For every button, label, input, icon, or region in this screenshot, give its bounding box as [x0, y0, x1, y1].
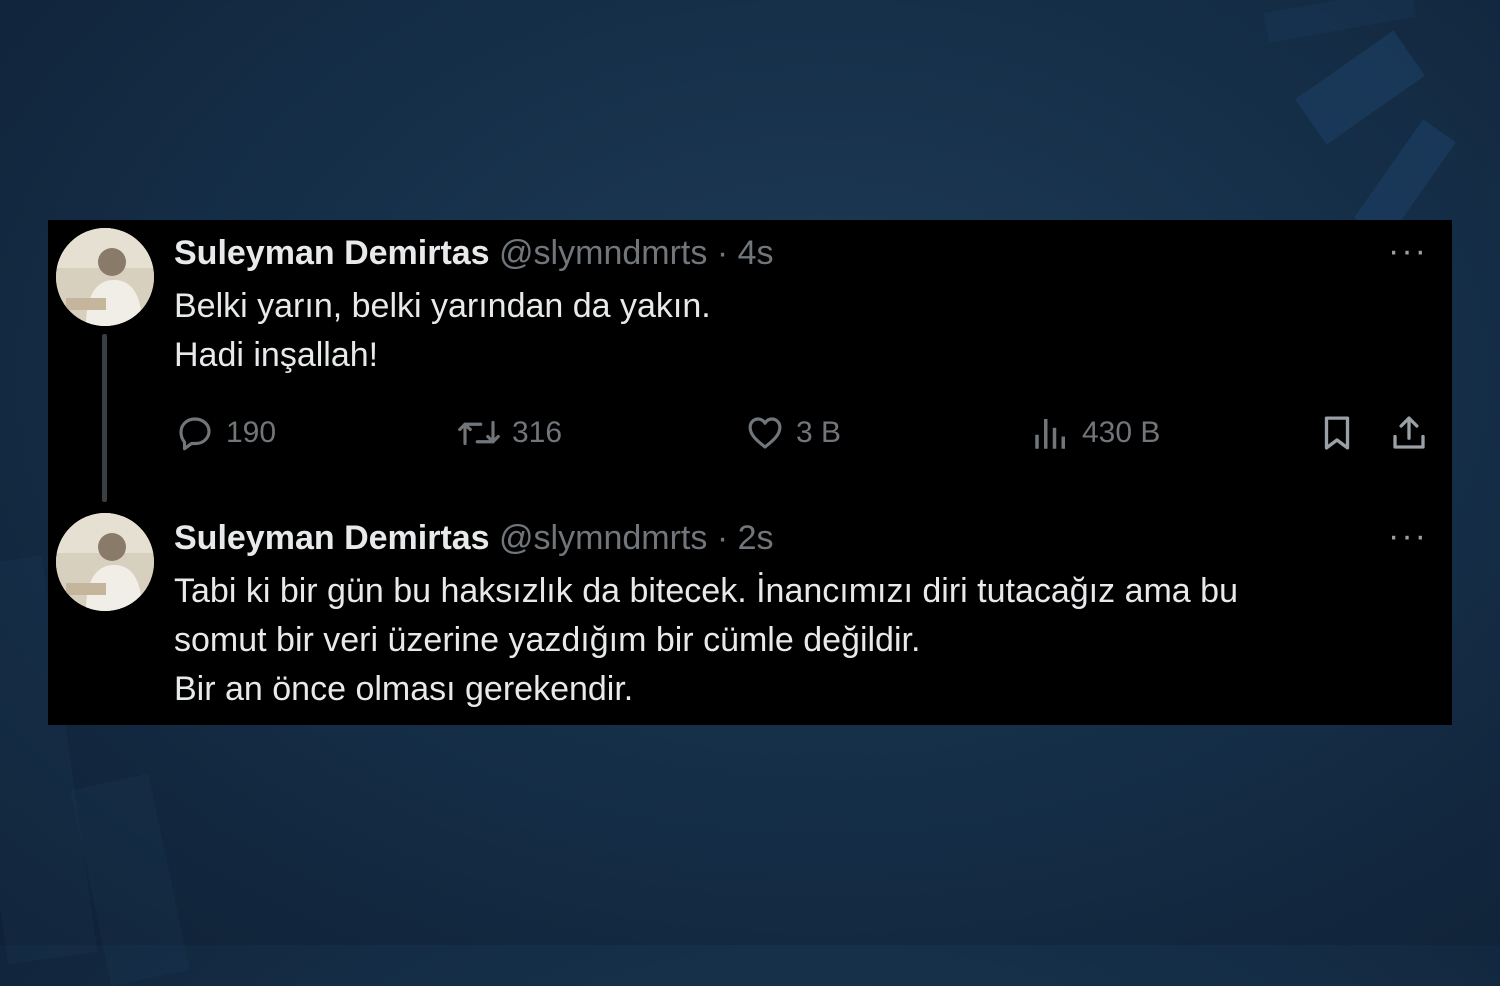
author-name[interactable]: Suleyman Demirtas — [174, 519, 490, 557]
views-count: 430 B — [1082, 416, 1161, 449]
retweet-button[interactable]: 316 — [456, 410, 562, 456]
tweet-text-line: somut bir veri üzerine yazdığım bir cüml… — [174, 621, 921, 659]
background-shape — [1295, 30, 1425, 145]
tweet-text-line: Tabi ki bir gün bu haksızlık da bitecek.… — [174, 572, 1238, 610]
tweet-text: Belki yarın, belki yarından da yakın. Ha… — [174, 282, 1414, 380]
tweet-timestamp[interactable]: 4s — [738, 234, 774, 272]
tweet-timestamp[interactable]: 2s — [738, 519, 774, 557]
bookmark-icon — [1324, 416, 1350, 450]
reply-button[interactable]: 190 — [174, 410, 276, 456]
more-options-button[interactable]: ··· — [1388, 234, 1428, 268]
share-button[interactable] — [1388, 410, 1440, 456]
tweet-header: Suleyman Demirtas @slymndmrts · 4s — [174, 232, 774, 274]
tweet[interactable]: Suleyman Demirtas @slymndmrts · 2s ··· T… — [48, 505, 1452, 725]
more-options-button[interactable]: ··· — [1388, 519, 1428, 553]
retweet-count: 316 — [512, 416, 563, 449]
more-icon: ··· — [1388, 232, 1428, 270]
avatar[interactable] — [56, 228, 154, 326]
tweet-text-line: Hadi inşallah! — [174, 336, 379, 374]
views-button[interactable]: 430 B — [1030, 410, 1160, 456]
tweet-text: Tabi ki bir gün bu haksızlık da bitecek.… — [174, 567, 1414, 714]
more-icon: ··· — [1388, 517, 1428, 555]
like-button[interactable]: 3 B — [744, 410, 841, 456]
separator-dot: · — [716, 234, 729, 272]
heart-icon — [748, 417, 782, 449]
author-handle[interactable]: @slymndmrts — [499, 234, 707, 272]
tweet-thread-card: Suleyman Demirtas @slymndmrts · 4s ··· B… — [48, 220, 1452, 725]
share-icon — [1393, 416, 1425, 449]
tweet-header: Suleyman Demirtas @slymndmrts · 2s — [174, 517, 774, 559]
reply-count: 190 — [226, 416, 277, 449]
retweet-icon — [458, 420, 500, 446]
reply-icon — [179, 417, 211, 451]
tweet-text-line: Belki yarın, belki yarından da yakın. — [174, 287, 711, 325]
tweet[interactable]: Suleyman Demirtas @slymndmrts · 4s ··· B… — [48, 220, 1452, 510]
avatar[interactable] — [56, 513, 154, 611]
author-name[interactable]: Suleyman Demirtas — [174, 234, 490, 272]
background-shape — [70, 773, 190, 986]
author-handle[interactable]: @slymndmrts — [499, 519, 707, 557]
bookmark-button[interactable] — [1316, 410, 1368, 456]
tweet-actions: 190 316 3 B 430 B — [48, 410, 1452, 456]
like-count: 3 B — [796, 416, 842, 449]
separator-dot: · — [716, 519, 729, 557]
tweet-text-line: Bir an önce olması gerekendir. — [174, 670, 634, 708]
views-icon — [1035, 419, 1065, 449]
